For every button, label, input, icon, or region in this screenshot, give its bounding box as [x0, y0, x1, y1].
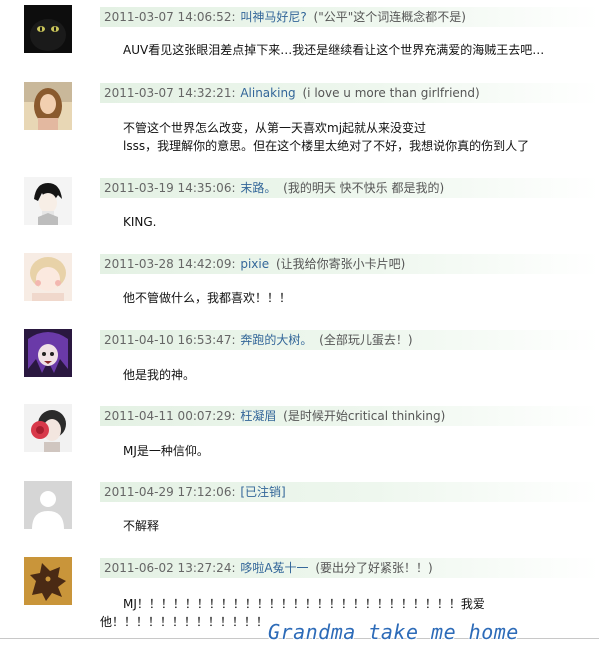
- comment-header: 2011-03-07 14:32:21: Alinaking (i love u…: [100, 83, 599, 103]
- comment-line: 他不管做什么，我都喜欢！！！: [123, 291, 292, 305]
- comment-username[interactable]: 枉凝眉: [240, 409, 276, 423]
- comment-line: 不解释: [123, 519, 160, 533]
- purple-anime-avatar[interactable]: [24, 329, 72, 377]
- comment-time: 2011-03-28 14:42:09:: [104, 257, 236, 271]
- watermark: Grandma take me home: [268, 620, 519, 644]
- comment-text: 不解释: [123, 517, 593, 535]
- flower-hair-avatar[interactable]: [24, 404, 72, 452]
- comment-username[interactable]: 奔跑的大树。: [240, 333, 312, 347]
- comment-signature: (全部玩儿蛋去！): [319, 333, 413, 347]
- comment-signature: (要出分了好紧张！！): [315, 561, 433, 575]
- comment-time: 2011-03-07 14:32:21:: [104, 86, 236, 100]
- dragon-avatar[interactable]: [24, 557, 72, 605]
- comment-header: 2011-03-19 14:35:06: 末路。 (我的明天 快不快乐 都是我的…: [100, 178, 599, 198]
- pastel-girl-avatar[interactable]: [24, 253, 72, 301]
- comment-signature: ("公平"这个词连概念都不是): [313, 10, 466, 24]
- comment-text: 他是我的神。: [123, 366, 593, 384]
- comment-time: 2011-04-10 16:53:47:: [104, 333, 236, 347]
- comment-signature: (我的明天 快不快乐 都是我的): [283, 181, 445, 195]
- comment-line: AUV看见这张眼泪差点掉下来…我还是继续看让这个世界充满爱的海贼王去吧…: [123, 43, 545, 57]
- comment-text: KING.: [123, 213, 593, 231]
- comment-text: AUV看见这张眼泪差点掉下来…我还是继续看让这个世界充满爱的海贼王去吧…: [123, 41, 593, 59]
- comment-time: 2011-04-29 17:12:06:: [104, 485, 236, 499]
- comment-time: 2011-06-02 13:27:24:: [104, 561, 236, 575]
- comment-header: 2011-06-02 13:27:24: 哆啦A菟十一 (要出分了好紧张！！): [100, 558, 599, 578]
- girl-portrait-avatar[interactable]: [24, 82, 72, 130]
- comment-username[interactable]: Alinaking: [240, 86, 295, 100]
- comment-header: 2011-04-10 16:53:47: 奔跑的大树。 (全部玩儿蛋去！): [100, 330, 599, 350]
- comment-header: 2011-04-11 00:07:29: 枉凝眉 (是时候开始critical …: [100, 406, 599, 426]
- comment-line: KING.: [123, 215, 157, 229]
- comment-line: MJ！！！！！！！！！！！！！！！！！！！！！！！！！！！我爱: [123, 597, 485, 611]
- comment-time: 2011-03-07 14:06:52:: [104, 10, 236, 24]
- black-cat-avatar[interactable]: [24, 5, 72, 53]
- comment-username[interactable]: pixie: [240, 257, 269, 271]
- comment-line: MJ是一种信仰。: [123, 444, 209, 458]
- comment-username[interactable]: 哆啦A菟十一: [240, 561, 308, 575]
- comment-line: 他是我的神。: [123, 368, 196, 382]
- comment-time: 2011-03-19 14:35:06:: [104, 181, 236, 195]
- comment-text: 不管这个世界怎么改变，从第一天喜欢mj起就从来没变过 lsss，我理解你的意思。…: [123, 119, 593, 155]
- anime-boy-avatar[interactable]: [24, 177, 72, 225]
- comment-line: 不管这个世界怎么改变，从第一天喜欢mj起就从来没变过: [123, 121, 427, 135]
- comment-signature: (是时候开始critical thinking): [283, 409, 446, 423]
- comment-line: lsss，我理解你的意思。但在这个楼里太绝对了不好，我想说你真的伤到人了: [123, 139, 530, 153]
- comment-username[interactable]: 叫神马好尼?: [240, 10, 306, 24]
- comment-header: 2011-04-29 17:12:06: [已注销]: [100, 482, 599, 502]
- default-user-avatar[interactable]: [24, 481, 72, 529]
- comment-signature: (i love u more than girlfriend): [302, 86, 480, 100]
- comment-time: 2011-04-11 00:07:29:: [104, 409, 236, 423]
- comment-header: 2011-03-07 14:06:52: 叫神马好尼? ("公平"这个词连概念都…: [100, 7, 599, 27]
- comment-username[interactable]: [已注销]: [240, 485, 285, 499]
- comment-username[interactable]: 末路。: [240, 181, 276, 195]
- comment-signature: (让我给你寄张小卡片吧): [275, 257, 406, 271]
- comment-header: 2011-03-28 14:42:09: pixie (让我给你寄张小卡片吧): [100, 254, 599, 274]
- comment-text: MJ是一种信仰。: [123, 442, 593, 460]
- comment-text: 他不管做什么，我都喜欢！！！: [123, 289, 593, 307]
